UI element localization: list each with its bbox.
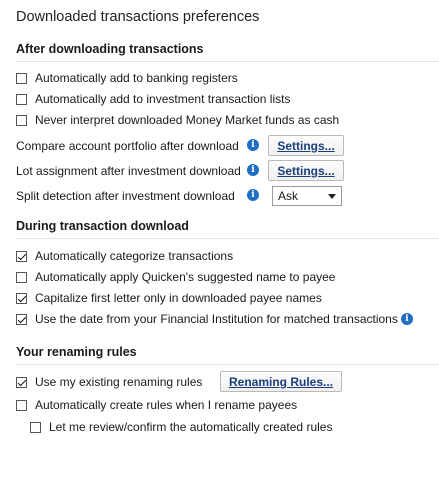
- checkbox[interactable]: [16, 271, 27, 283]
- lot-settings-button[interactable]: Settings...: [268, 160, 344, 181]
- option-add-banking[interactable]: Automatically add to banking registers: [16, 69, 238, 87]
- section-divider: [16, 364, 439, 365]
- checkbox[interactable]: [16, 93, 27, 105]
- button-label: Renaming Rules...: [228, 374, 334, 389]
- option-add-investment[interactable]: Automatically add to investment transact…: [16, 90, 290, 108]
- section-divider: [16, 61, 439, 62]
- option-money-market[interactable]: Never interpret downloaded Money Market …: [16, 111, 339, 129]
- section-divider: [16, 238, 439, 239]
- option-label: Never interpret downloaded Money Market …: [35, 113, 340, 127]
- info-icon[interactable]: i: [247, 164, 259, 176]
- section-heading-renaming: Your renaming rules: [16, 345, 137, 359]
- section-heading-during-download: During transaction download: [16, 219, 189, 233]
- split-detection-label: Split detection after investment downloa…: [16, 189, 235, 203]
- option-label: Use my existing renaming rules: [35, 375, 203, 389]
- option-use-renaming-rules[interactable]: Use my existing renaming rules: [16, 373, 202, 391]
- select-value: Ask: [278, 189, 299, 203]
- chevron-down-icon: [328, 194, 336, 199]
- compare-settings-button[interactable]: Settings...: [268, 135, 344, 156]
- checkbox[interactable]: [30, 421, 41, 433]
- page-title: Downloaded transactions preferences: [16, 9, 260, 25]
- checkbox[interactable]: [16, 376, 27, 388]
- option-review-rules[interactable]: Let me review/confirm the automatically …: [30, 418, 332, 436]
- button-label: Settings...: [277, 163, 335, 178]
- lot-assignment-label: Lot assignment after investment download: [16, 164, 241, 178]
- option-use-fi-date[interactable]: Use the date from your Financial Institu…: [16, 310, 398, 328]
- option-auto-create-rules[interactable]: Automatically create rules when I rename…: [16, 396, 297, 414]
- option-label: Automatically apply Quicken's suggested …: [35, 270, 336, 284]
- checkbox[interactable]: [16, 114, 27, 126]
- checkbox[interactable]: [16, 72, 27, 84]
- option-label: Automatically categorize transactions: [35, 249, 234, 263]
- option-suggested-name[interactable]: Automatically apply Quicken's suggested …: [16, 268, 335, 286]
- compare-portfolio-label: Compare account portfolio after download: [16, 139, 239, 153]
- option-label: Automatically add to banking registers: [35, 71, 238, 85]
- section-heading-after-download: After downloading transactions: [16, 42, 204, 56]
- option-label: Automatically add to investment transact…: [35, 92, 291, 106]
- option-label: Let me review/confirm the automatically …: [49, 420, 333, 434]
- checkbox[interactable]: [16, 292, 27, 304]
- option-label: Capitalize first letter only in download…: [35, 291, 322, 305]
- info-icon[interactable]: i: [247, 139, 259, 151]
- info-icon[interactable]: i: [247, 189, 259, 201]
- button-label: Settings...: [277, 138, 335, 153]
- option-label: Automatically create rules when I rename…: [35, 398, 298, 412]
- split-detection-select[interactable]: Ask: [272, 186, 342, 206]
- checkbox[interactable]: [16, 250, 27, 262]
- checkbox[interactable]: [16, 313, 27, 325]
- option-capitalize-first[interactable]: Capitalize first letter only in download…: [16, 289, 322, 307]
- option-auto-categorize[interactable]: Automatically categorize transactions: [16, 247, 233, 265]
- option-label: Use the date from your Financial Institu…: [35, 312, 398, 326]
- checkbox[interactable]: [16, 399, 27, 411]
- info-icon[interactable]: i: [401, 313, 413, 325]
- renaming-rules-button[interactable]: Renaming Rules...: [220, 371, 342, 392]
